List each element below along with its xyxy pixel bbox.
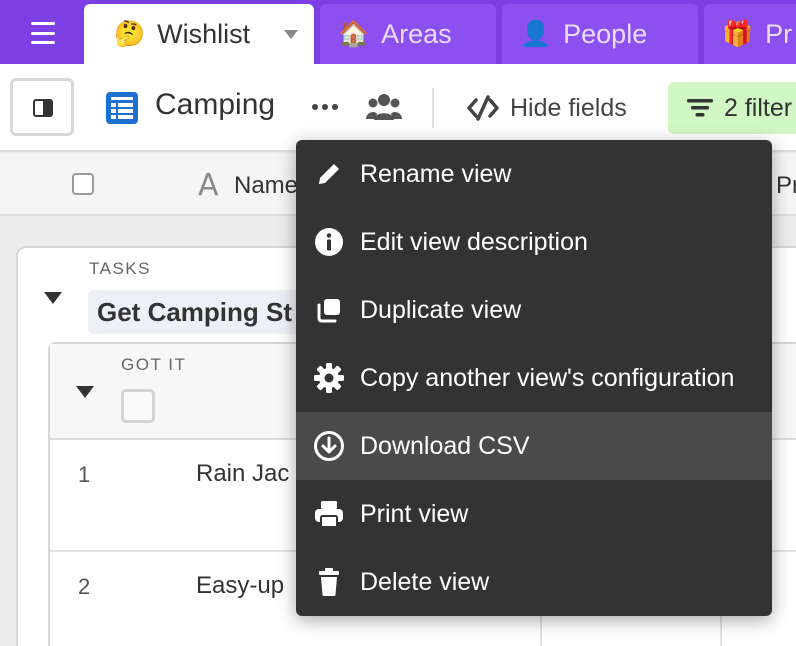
info-icon	[313, 226, 345, 258]
row-name-cell[interactable]: Easy-up	[196, 572, 284, 600]
column-header-next[interactable]: Pr	[776, 172, 796, 200]
select-all-checkbox[interactable]	[72, 173, 94, 195]
eye-slash-icon	[467, 95, 499, 121]
pencil-icon	[313, 158, 345, 190]
tab-label: Areas	[381, 18, 452, 49]
grid-view-icon	[106, 92, 138, 124]
house-icon: 🏠	[338, 19, 370, 48]
menu-item-download-csv[interactable]: Download CSV	[296, 412, 772, 480]
tab-areas[interactable]: 🏠 Areas	[320, 4, 496, 64]
table-tab-bar: 🤔 Wishlist 🏠 Areas 👤 People 🎁 Pr	[0, 0, 796, 64]
collaborators-icon[interactable]	[366, 92, 402, 122]
tab-label: Wishlist	[157, 18, 251, 49]
view-options-menu: Rename view Edit view description Duplic…	[296, 140, 772, 616]
menu-item-label: Print view	[360, 499, 469, 528]
more-options-icon[interactable]	[310, 92, 340, 122]
hide-fields-button[interactable]: Hide fields	[466, 92, 627, 124]
tab-products[interactable]: 🎁 Pr	[704, 4, 796, 64]
tab-label: Pr	[765, 18, 793, 49]
toolbar-divider	[432, 88, 434, 128]
tab-label: People	[563, 18, 648, 49]
menu-item-label: Edit view description	[360, 227, 588, 256]
trash-icon	[313, 566, 345, 598]
tab-people[interactable]: 👤 People	[502, 4, 698, 64]
hide-fields-label: Hide fields	[510, 93, 627, 122]
row-number: 2	[78, 574, 91, 599]
hamburger-menu-icon[interactable]	[24, 20, 62, 46]
menu-item-label: Download CSV	[360, 431, 530, 460]
filter-label: 2 filter	[724, 93, 793, 122]
text-field-icon: A	[198, 168, 219, 203]
menu-item-duplicate-view[interactable]: Duplicate view	[296, 276, 772, 344]
row-number: 1	[78, 462, 91, 487]
sidebar-icon	[33, 99, 53, 117]
download-icon	[313, 430, 345, 462]
group-field-label: TASKS	[89, 259, 151, 278]
subgroup-checkbox	[121, 389, 155, 423]
view-toolbar: Camping Hide fields 2 filter	[0, 64, 796, 152]
filter-icon	[687, 99, 713, 117]
menu-item-edit-description[interactable]: Edit view description	[296, 208, 772, 276]
filter-button[interactable]: 2 filter	[668, 82, 796, 134]
chevron-down-icon[interactable]	[284, 30, 298, 39]
duplicate-icon	[313, 294, 345, 326]
person-icon: 👤	[520, 19, 552, 48]
collapse-subgroup-icon[interactable]	[76, 386, 94, 398]
gift-icon: 🎁	[722, 19, 754, 48]
printer-icon	[313, 498, 345, 530]
gear-icon	[313, 362, 345, 394]
menu-item-print-view[interactable]: Print view	[296, 480, 772, 548]
tab-wishlist[interactable]: 🤔 Wishlist	[84, 4, 314, 64]
sidebar-toggle-button[interactable]	[10, 78, 74, 136]
menu-item-delete-view[interactable]: Delete view	[296, 548, 772, 616]
subgroup-field-label: GOT IT	[121, 355, 187, 374]
menu-item-rename-view[interactable]: Rename view	[296, 140, 772, 208]
menu-item-label: Delete view	[360, 567, 490, 596]
menu-item-label: Copy another view's configuration	[360, 363, 735, 392]
view-name[interactable]: Camping	[155, 88, 275, 122]
column-header-name[interactable]: Name	[234, 172, 298, 200]
menu-item-copy-configuration[interactable]: Copy another view's configuration	[296, 344, 772, 412]
row-name-cell[interactable]: Rain Jac	[196, 460, 289, 488]
thinking-face-icon: 🤔	[114, 19, 146, 48]
menu-item-label: Rename view	[360, 159, 512, 188]
menu-item-label: Duplicate view	[360, 295, 522, 324]
collapse-group-icon[interactable]	[44, 292, 62, 304]
